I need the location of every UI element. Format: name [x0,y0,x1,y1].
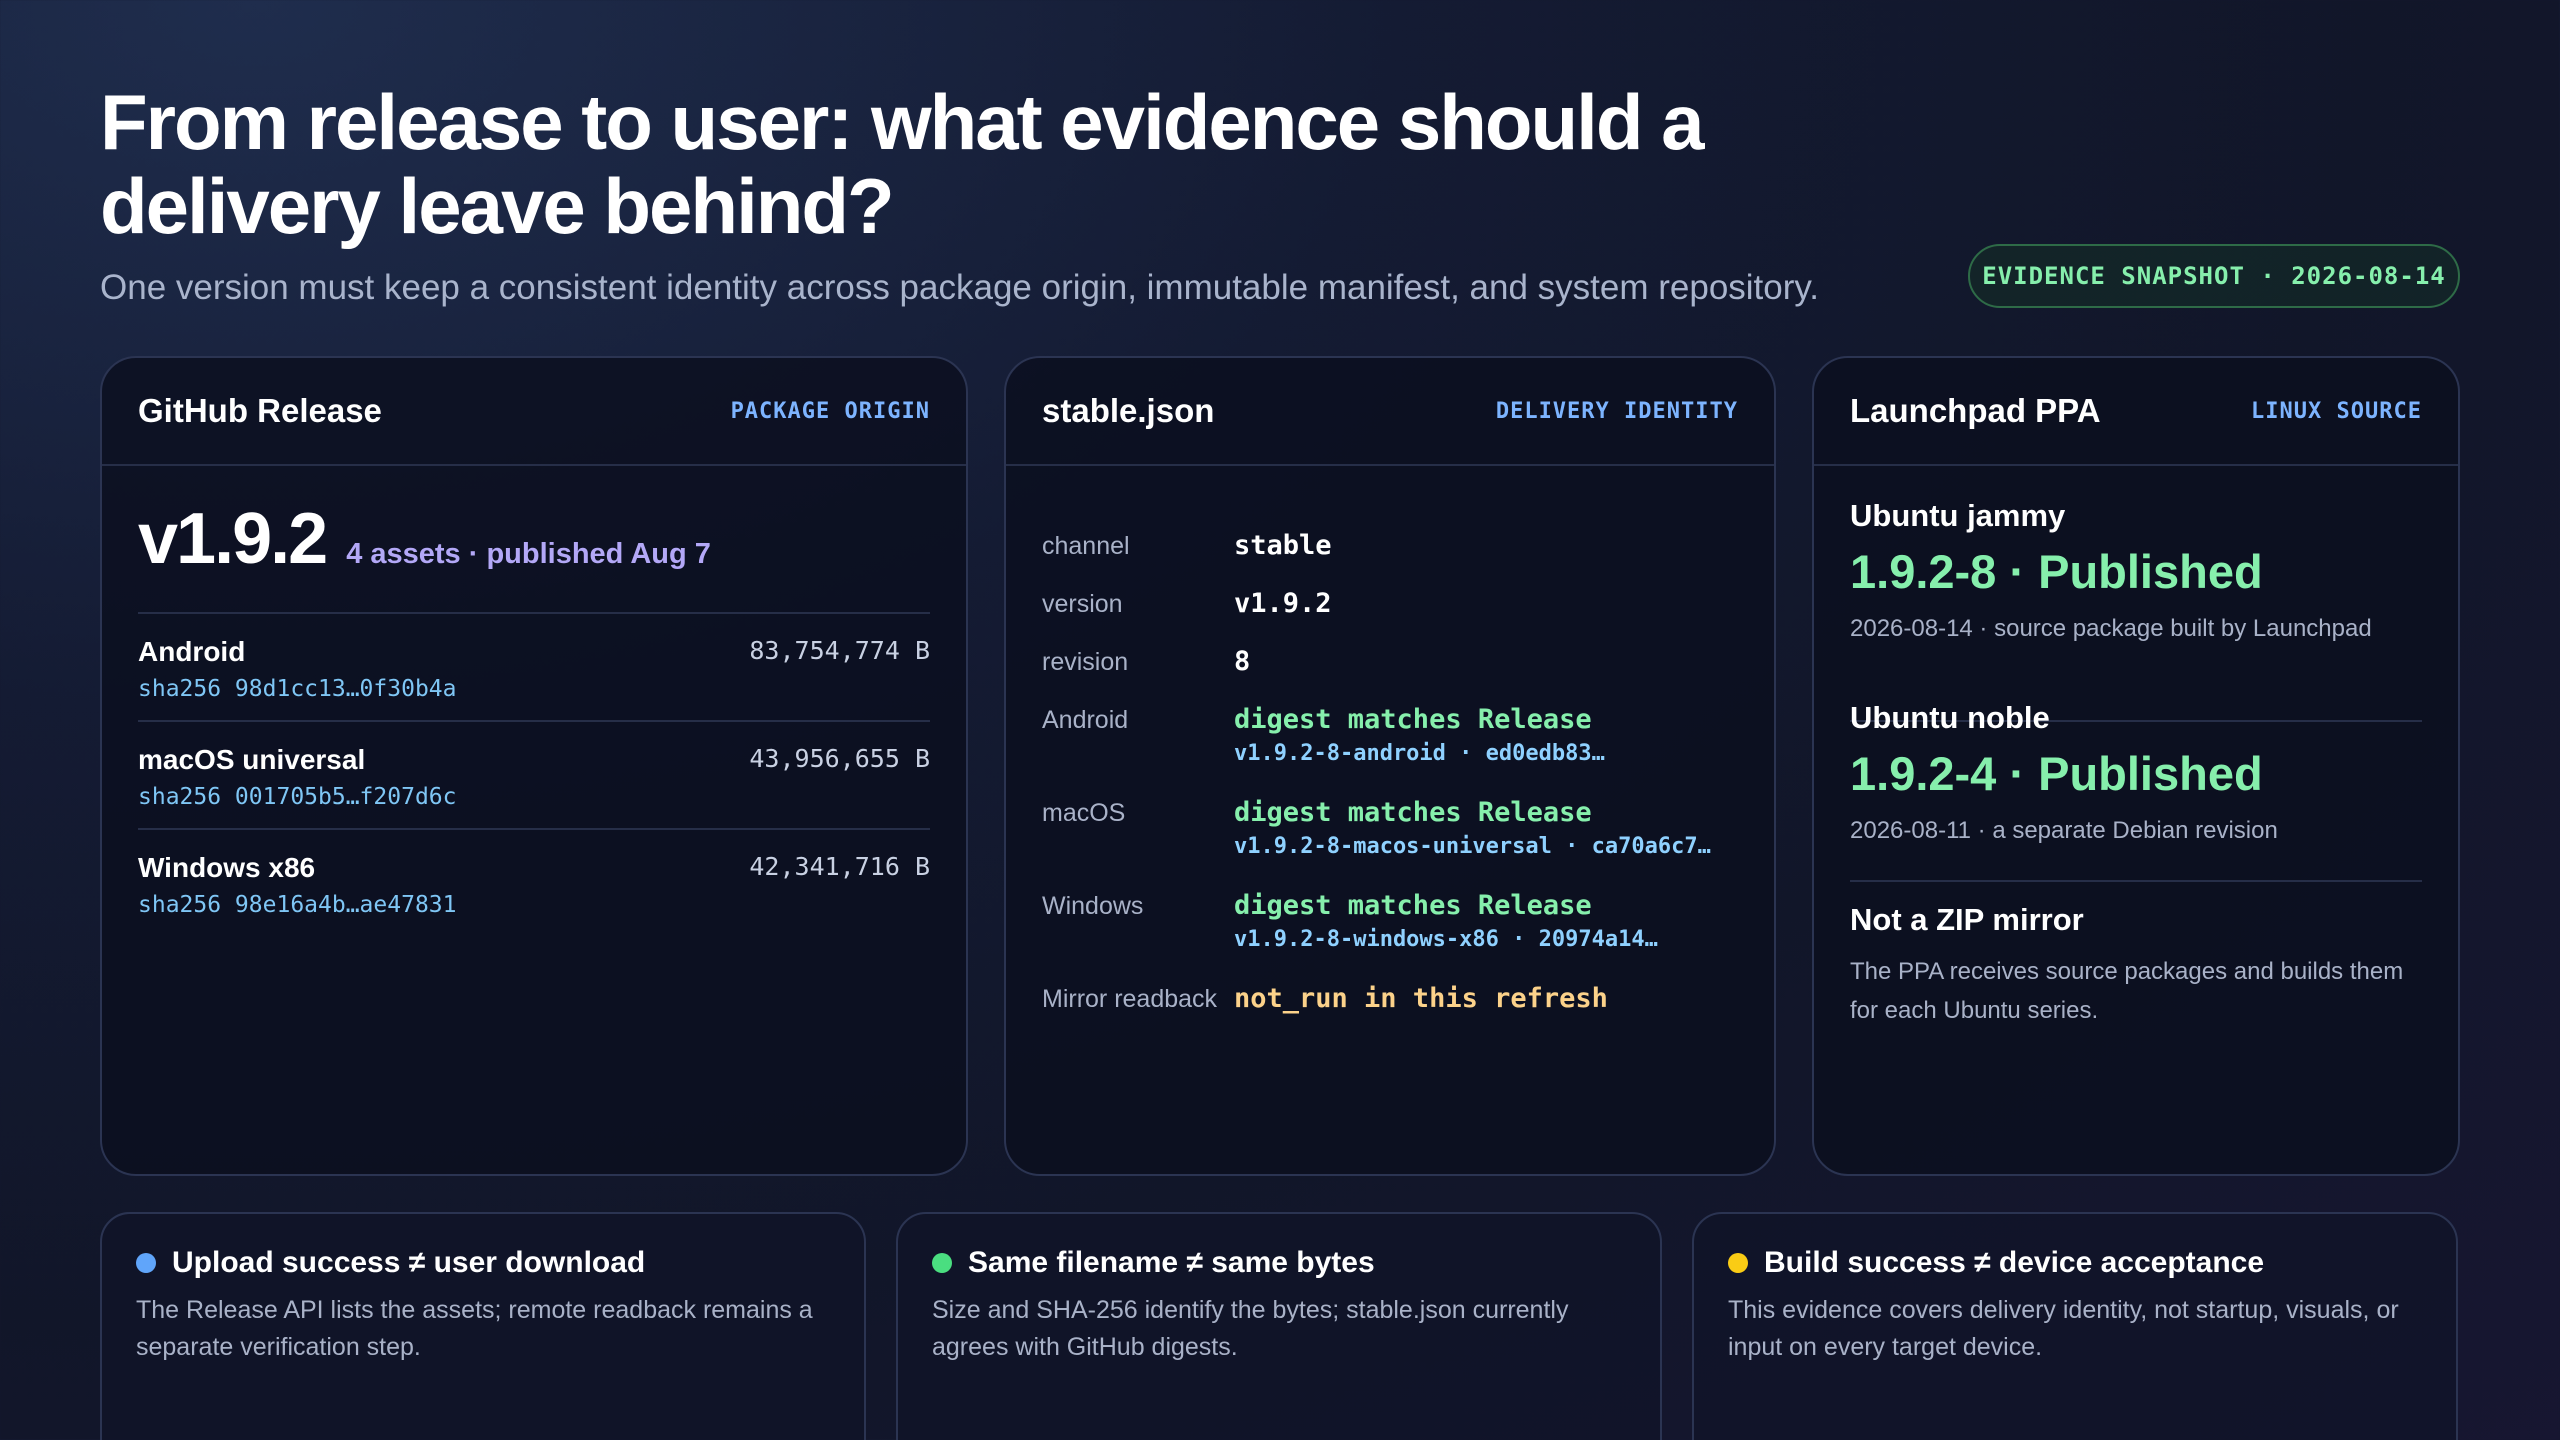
asset-size: 83,754,774 B [749,636,930,665]
note-title: Same filename ≠ same bytes [968,1246,1375,1279]
field-macos: macOS digest matches Release v1.9.2-8-ma… [1042,795,1738,888]
card-tag: DELIVERY IDENTITY [1495,398,1738,424]
ppa-series-jammy: Ubuntu jammy 1.9.2-8 · Published 2026-08… [1850,498,2422,643]
note-body: This evidence covers delivery identity, … [1728,1296,2399,1361]
manifest-fields: channel stable version v1.9.2 revision 8… [1042,528,1738,1031]
field-channel: channel stable [1042,528,1738,586]
stable-json-header: stable.json DELIVERY IDENTITY [1006,358,1774,466]
release-version-row: v1.9.2 4 assets · published Aug 7 [138,498,711,580]
note-same-filename: Same filename ≠ same bytes Size and SHA-… [896,1212,1662,1440]
field-key: Windows [1042,892,1144,920]
field-value: v1.9.2 [1234,588,1332,619]
field-key: Mirror readback [1042,985,1218,1013]
card-tag: LINUX SOURCE [2251,398,2422,424]
field-revision: revision 8 [1042,644,1738,702]
note-title: Upload success ≠ user download [172,1246,646,1279]
field-subvalue: v1.9.2-8-android · ed0edb83… [1234,741,1605,766]
field-subvalue: v1.9.2-8-windows-x86 · 20974a14… [1234,927,1658,952]
field-key: macOS [1042,799,1126,827]
field-mirror-readback: Mirror readback not_run in this refresh [1042,981,1738,1031]
zip-title: Not a ZIP mirror [1850,902,2084,937]
note-build-success: Build success ≠ device acceptance This e… [1692,1212,2458,1440]
note-body: Size and SHA-256 identify the bytes; sta… [932,1296,1569,1361]
field-version: version v1.9.2 [1042,586,1738,644]
note-upload-success: Upload success ≠ user download The Relea… [100,1212,866,1440]
field-value: not_run in this refresh [1234,983,1608,1014]
note-title: Build success ≠ device acceptance [1764,1246,2265,1279]
field-key: revision [1042,648,1129,676]
field-value: digest matches Release [1234,704,1592,735]
note-heading: Same filename ≠ same bytes [932,1246,1626,1280]
asset-hash: sha256 001705b5…f207d6c [138,784,457,810]
series-status: 1.9.2-4 · Published [1850,747,2263,800]
asset-row-android: Android sha256 98d1cc13…0f30b4a 83,754,7… [138,612,930,720]
series-note: 2026-08-11 · a separate Debian revision [1850,817,2278,844]
github-release-card: GitHub Release PACKAGE ORIGIN v1.9.2 4 a… [100,356,968,1176]
zip-body: The PPA receives source packages and bui… [1850,958,2404,1024]
divider [1850,880,2422,882]
asset-list: Android sha256 98d1cc13…0f30b4a 83,754,7… [138,612,930,936]
asset-name: macOS universal [138,744,366,775]
release-meta: 4 assets · published Aug 7 [346,538,711,570]
status-dot-icon [932,1253,952,1273]
asset-hash: sha256 98d1cc13…0f30b4a [138,676,457,702]
series-name: Ubuntu jammy [1850,498,2066,533]
github-release-header: GitHub Release PACKAGE ORIGIN [102,358,966,466]
field-key: Android [1042,706,1129,734]
asset-row-macos: macOS universal sha256 001705b5…f207d6c … [138,720,930,828]
field-subvalue: v1.9.2-8-macos-universal · ca70a6c7… [1234,834,1711,859]
series-name: Ubuntu noble [1850,700,2050,735]
stable-json-card: stable.json DELIVERY IDENTITY channel st… [1004,356,1776,1176]
card-title: Launchpad PPA [1850,392,2101,429]
launchpad-ppa-card: Launchpad PPA LINUX SOURCE Ubuntu jammy … [1812,356,2460,1176]
asset-name: Windows x86 [138,852,316,883]
field-key: channel [1042,532,1130,560]
ppa-series-noble-content: Ubuntu noble 1.9.2-4 · Published 2026-08… [1850,700,2422,845]
series-status: 1.9.2-8 · Published [1850,545,2263,598]
field-value: digest matches Release [1234,890,1592,921]
field-value: 8 [1234,646,1251,677]
asset-size: 43,956,655 B [749,744,930,773]
field-windows: Windows digest matches Release v1.9.2-8-… [1042,888,1738,981]
note-body: The Release API lists the assets; remote… [136,1296,813,1361]
field-value: stable [1234,530,1332,561]
launchpad-ppa-header: Launchpad PPA LINUX SOURCE [1814,358,2458,466]
field-value: digest matches Release [1234,797,1592,828]
asset-name: Android [138,636,246,667]
evidence-snapshot-badge: EVIDENCE SNAPSHOT · 2026-08-14 [1968,244,2460,308]
status-dot-icon [136,1253,156,1273]
card-title: stable.json [1042,392,1215,429]
series-note: 2026-08-14 · source package built by Lau… [1850,615,2372,642]
zip-mirror-note: Not a ZIP mirror The PPA receives source… [1850,902,2422,1030]
page-title: From release to user: what evidence shou… [100,78,1705,250]
field-android: Android digest matches Release v1.9.2-8-… [1042,702,1738,795]
asset-size: 42,341,716 B [749,852,930,881]
field-key: version [1042,590,1123,618]
asset-hash: sha256 98e16a4b…ae47831 [138,892,457,918]
release-version: v1.9.2 [138,499,328,579]
status-dot-icon [1728,1253,1748,1273]
note-heading: Build success ≠ device acceptance [1728,1246,2422,1280]
card-tag: PACKAGE ORIGIN [730,398,930,424]
card-title: GitHub Release [138,392,382,429]
note-heading: Upload success ≠ user download [136,1246,830,1280]
asset-row-windows: Windows x86 sha256 98e16a4b…ae47831 42,3… [138,828,930,936]
page-subtitle: One version must keep a consistent ident… [100,268,1820,307]
